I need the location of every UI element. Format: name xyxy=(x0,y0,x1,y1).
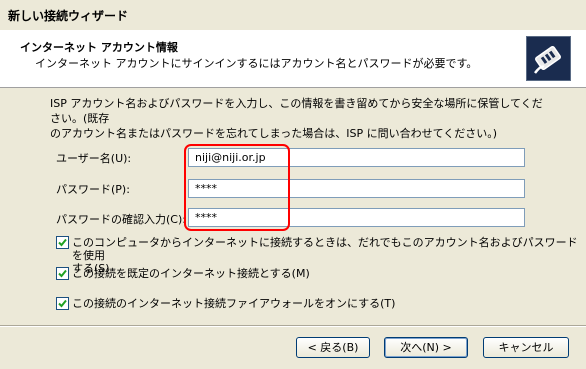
firewall-checkbox[interactable] xyxy=(56,297,69,310)
checkmark-icon xyxy=(58,269,67,278)
confirm-password-label: パスワードの確認入力(C): xyxy=(56,213,186,226)
title-bar: 新しい接続ウィザード xyxy=(0,0,586,30)
instructions-text: ISP アカウント名およびパスワードを入力し、この情報を書き留めてから安全な場所… xyxy=(50,96,550,141)
password-label: パスワード(P): xyxy=(56,183,130,196)
wizard-window: 新しい接続ウィザード インターネット アカウント情報 インターネット アカウント… xyxy=(0,0,586,369)
firewall-label: この接続のインターネット接続ファイアウォールをオンにする(T) xyxy=(72,297,396,310)
back-button[interactable]: < 戻る(B) xyxy=(296,337,370,358)
next-button[interactable]: 次へ(N) > xyxy=(384,337,468,358)
default-connection-label: この接続を既定のインターネット接続とする(M) xyxy=(72,267,310,280)
username-label: ユーザー名(U): xyxy=(56,152,132,165)
share-account-checkbox[interactable] xyxy=(56,236,69,249)
highlight-annotation xyxy=(184,144,290,231)
header-subtitle: インターネット アカウントにサインインするにはアカウント名とパスワードが必要です… xyxy=(35,57,478,70)
share-account-label-line-1: このコンピュータからインターネットに接続するときは、だれでもこのアカウント名およ… xyxy=(72,236,578,262)
header-title: インターネット アカウント情報 xyxy=(20,41,178,54)
checkmark-icon xyxy=(58,299,67,308)
default-connection-checkbox[interactable] xyxy=(56,267,69,280)
instructions-line-1: ISP アカウント名およびパスワードを入力し、この情報を書き留めてから安全な場所… xyxy=(50,97,543,125)
cancel-button[interactable]: キャンセル xyxy=(483,337,569,358)
footer-separator xyxy=(0,325,586,327)
window-title: 新しい接続ウィザード xyxy=(8,9,129,23)
instructions-line-2: のアカウント名またはパスワードを忘れてしまった場合は、ISP に問い合わせてくだ… xyxy=(50,127,498,140)
checkmark-icon xyxy=(58,238,67,247)
wizard-header: インターネット アカウント情報 インターネット アカウントにサインインするにはア… xyxy=(0,30,586,88)
network-connection-icon xyxy=(526,36,571,81)
